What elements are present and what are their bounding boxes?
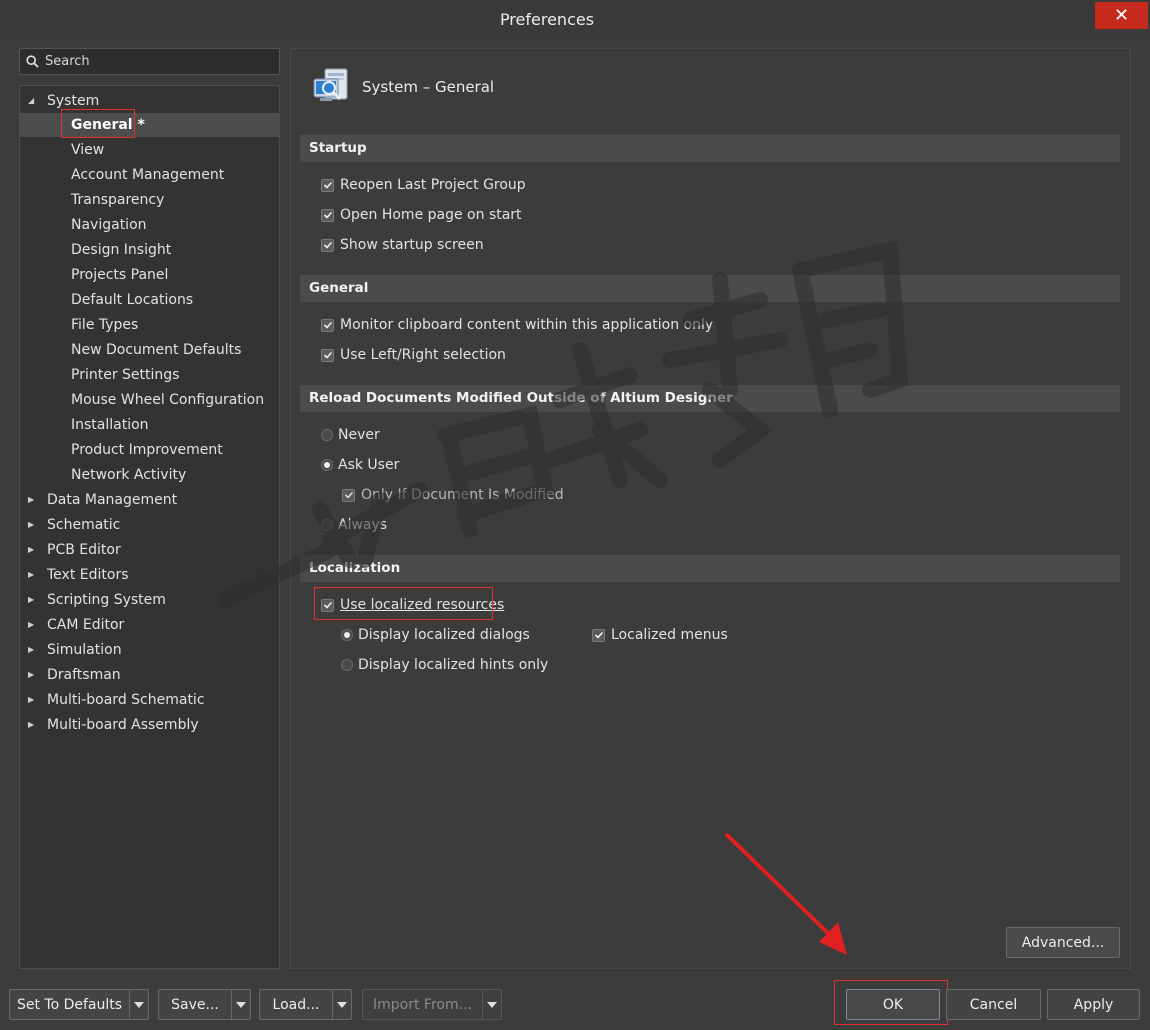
tree-item-text-editors[interactable]: ▶ Text Editors [20, 563, 279, 587]
tree-item-installation[interactable]: Installation [20, 413, 279, 437]
preferences-tree: ◢ System General * View Account Manageme… [19, 85, 280, 969]
reopen-last-project-checkbox[interactable]: Reopen Last Project Group [321, 174, 526, 196]
section-header-general: General [300, 275, 1120, 302]
checkbox-checked-icon [321, 208, 334, 222]
expand-arrow-icon: ▶ [28, 520, 35, 529]
tree-item-view[interactable]: View [20, 138, 279, 162]
save-split-button[interactable]: Save... [158, 989, 251, 1020]
window-title: Preferences [499, 10, 595, 29]
reload-never-radio[interactable]: Never [321, 424, 380, 446]
tree-item-printer-settings[interactable]: Printer Settings [20, 363, 279, 387]
radio-selected-icon [321, 459, 333, 471]
tree-item-file-types[interactable]: File Types [20, 313, 279, 337]
radio-unselected-icon [321, 429, 333, 441]
localized-menus-checkbox[interactable]: Localized menus [592, 624, 728, 646]
left-right-selection-checkbox[interactable]: Use Left/Right selection [321, 344, 506, 366]
import-from-split-button: Import From... [362, 989, 502, 1020]
system-general-icon [313, 68, 348, 101]
checkbox-checked-icon [321, 178, 334, 192]
tree-item-network-activity[interactable]: Network Activity [20, 463, 279, 487]
import-from-button: Import From... [373, 996, 472, 1013]
only-if-modified-checkbox[interactable]: Only If Document Is Modified [342, 484, 564, 506]
collapse-arrow-icon: ◢ [28, 96, 35, 105]
expand-arrow-icon: ▶ [28, 620, 35, 629]
section-header-startup: Startup [300, 135, 1120, 162]
load-button[interactable]: Load... [260, 990, 332, 1019]
display-localized-hints-radio[interactable]: Display localized hints only [341, 654, 548, 676]
tree-item-mouse-wheel-configuration[interactable]: Mouse Wheel Configuration [20, 388, 279, 412]
expand-arrow-icon: ▶ [28, 495, 35, 504]
tree-item-draftsman[interactable]: ▶ Draftsman [20, 663, 279, 687]
expand-arrow-icon: ▶ [28, 645, 35, 654]
radio-unselected-icon [321, 519, 333, 531]
checkbox-checked-icon [592, 628, 605, 642]
tree-item-multi-board-assembly[interactable]: ▶ Multi-board Assembly [20, 713, 279, 737]
tree-item-data-management[interactable]: ▶ Data Management [20, 488, 279, 512]
checkbox-checked-icon [342, 488, 355, 502]
tree-item-product-improvement[interactable]: Product Improvement [20, 438, 279, 462]
tree-item-default-locations[interactable]: Default Locations [20, 288, 279, 312]
apply-button[interactable]: Apply [1047, 989, 1140, 1020]
section-header-reload: Reload Documents Modified Outside of Alt… [300, 385, 1120, 412]
tree-item-pcb-editor[interactable]: ▶ PCB Editor [20, 538, 279, 562]
search-icon [26, 55, 39, 68]
show-startup-screen-checkbox[interactable]: Show startup screen [321, 234, 484, 256]
search-box[interactable] [19, 48, 280, 75]
set-to-defaults-button[interactable]: Set To Defaults [10, 990, 129, 1019]
close-icon: ✕ [1113, 5, 1130, 26]
page-title: System – General [362, 78, 495, 96]
radio-selected-icon [341, 629, 353, 641]
tree-item-navigation[interactable]: Navigation [20, 213, 279, 237]
section-header-localization: Localization [300, 555, 1120, 582]
tree-item-cam-editor[interactable]: ▶ CAM Editor [20, 613, 279, 637]
expand-arrow-icon: ▶ [28, 695, 35, 704]
expand-arrow-icon: ▶ [28, 595, 35, 604]
open-home-page-checkbox[interactable]: Open Home page on start [321, 204, 522, 226]
checkbox-checked-icon [321, 598, 334, 612]
cancel-button[interactable]: Cancel [946, 989, 1041, 1020]
display-localized-dialogs-radio[interactable]: Display localized dialogs [341, 624, 530, 646]
set-to-defaults-split-button[interactable]: Set To Defaults [9, 989, 149, 1020]
checkbox-checked-icon [321, 348, 334, 362]
expand-arrow-icon: ▶ [28, 670, 35, 679]
chevron-down-icon[interactable] [231, 990, 250, 1019]
radio-unselected-icon [341, 659, 353, 671]
tree-item-simulation[interactable]: ▶ Simulation [20, 638, 279, 662]
tree-item-general[interactable]: General * [20, 113, 279, 137]
tree-item-transparency[interactable]: Transparency [20, 188, 279, 212]
expand-arrow-icon: ▶ [28, 570, 35, 579]
checkbox-checked-icon [321, 318, 334, 332]
save-button[interactable]: Save... [159, 990, 231, 1019]
tree-item-account-management[interactable]: Account Management [20, 163, 279, 187]
close-button[interactable]: ✕ [1095, 2, 1148, 29]
tree-item-new-document-defaults[interactable]: New Document Defaults [20, 338, 279, 362]
expand-arrow-icon: ▶ [28, 545, 35, 554]
chevron-down-icon[interactable] [129, 990, 148, 1019]
tree-item-schematic[interactable]: ▶ Schematic [20, 513, 279, 537]
tree-item-design-insight[interactable]: Design Insight [20, 238, 279, 262]
tree-item-scripting-system[interactable]: ▶ Scripting System [20, 588, 279, 612]
monitor-clipboard-checkbox[interactable]: Monitor clipboard content within this ap… [321, 314, 713, 336]
tree-item-projects-panel[interactable]: Projects Panel [20, 263, 279, 287]
advanced-button[interactable]: Advanced... [1006, 927, 1120, 958]
tree-item-multi-board-schematic[interactable]: ▶ Multi-board Schematic [20, 688, 279, 712]
load-split-button[interactable]: Load... [259, 989, 352, 1020]
ok-button[interactable]: OK [846, 989, 940, 1020]
reload-always-radio[interactable]: Always [321, 514, 387, 536]
search-input[interactable] [45, 54, 265, 69]
chevron-down-icon [482, 990, 501, 1019]
expand-arrow-icon: ▶ [28, 720, 35, 729]
reload-ask-user-radio[interactable]: Ask User [321, 454, 399, 476]
tree-item-system[interactable]: ◢ System [20, 89, 279, 113]
chevron-down-icon[interactable] [332, 990, 351, 1019]
checkbox-checked-icon [321, 238, 334, 252]
use-localized-resources-checkbox[interactable]: Use localized resources [321, 594, 504, 616]
